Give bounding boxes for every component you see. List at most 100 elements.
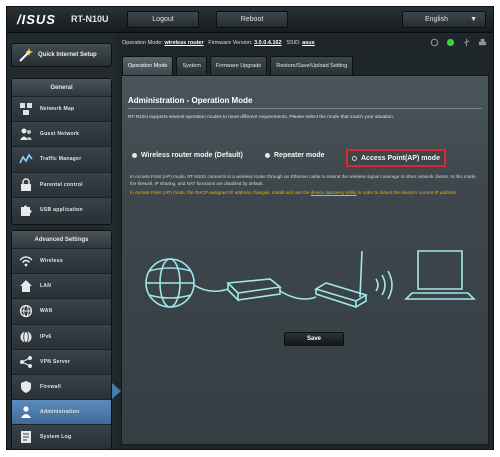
sidebar-item-label: System Log [40, 434, 72, 441]
general-heading: General [12, 79, 111, 96]
reboot-button[interactable]: Reboot [216, 11, 288, 28]
sidebar-item-label: Traffic Manager [40, 156, 82, 163]
sidebar-item-lan[interactable]: LAN [12, 273, 111, 299]
op-mode-label: Operation Mode: [122, 40, 163, 46]
guest-network-icon [20, 128, 32, 141]
sidebar: Quick Internet Setup General Network Map… [7, 34, 121, 449]
ssid-label: SSID: [286, 40, 301, 46]
ipv6-globe-icon [20, 330, 32, 343]
save-button[interactable]: Save [284, 332, 344, 346]
sidebar-item-firewall[interactable]: Firewall [12, 373, 111, 400]
sidebar-item-label: VPN Server [40, 358, 71, 365]
router-admin-window: /ISUS RT-N10U Logout Reboot English ▼ Qu… [6, 6, 494, 450]
home-icon [20, 280, 32, 293]
printer-status-icon[interactable] [478, 38, 487, 47]
warning-text-pre: In Access Point (AP) mode, the DHCP-assi… [130, 190, 311, 195]
page-title: Administration - Operation Mode [128, 96, 253, 105]
quick-internet-setup-button[interactable]: Quick Internet Setup [11, 43, 112, 67]
sidebar-item-wireless[interactable]: Wireless [12, 248, 111, 274]
active-item-indicator [112, 383, 121, 399]
tab-system[interactable]: System [176, 56, 207, 75]
globe-icon [19, 305, 33, 318]
general-nav-group: General Network Map Guest Network Traffi… [11, 78, 112, 225]
sidebar-item-guest-network[interactable]: Guest Network [12, 121, 111, 147]
sidebar-item-label: LAN [40, 283, 52, 290]
sidebar-item-label: Firewall [40, 384, 62, 391]
access-point-mode-radio[interactable]: Access Point(AP) mode [346, 149, 446, 167]
sidebar-item-label: Administration [40, 409, 80, 416]
language-select[interactable]: English ▼ [402, 11, 486, 28]
model-name: RT-N10U [71, 14, 109, 24]
mode-label: Access Point(AP) mode [361, 154, 440, 162]
wifi-signal-icon [375, 270, 393, 300]
sidebar-item-ipv6[interactable]: IPv6 [12, 323, 111, 349]
advanced-heading: Advanced Settings [12, 231, 111, 248]
top-bar: /ISUS RT-N10U Logout Reboot English ▼ [7, 7, 493, 33]
wireless-icon [19, 256, 33, 267]
language-value: English [425, 16, 448, 23]
sidebar-item-vpn-server[interactable]: VPN Server [12, 348, 111, 374]
access-point-diagram [145, 250, 476, 309]
asus-logo: /ISUS [17, 12, 56, 27]
page-description: RT-N10U supports several operation modes… [128, 115, 395, 120]
log-document-icon [21, 431, 31, 444]
mode-label: Wireless router mode (Default) [141, 152, 243, 159]
sidebar-item-label: WAN [40, 308, 53, 315]
device-discovery-link[interactable]: device discovery utility [311, 190, 357, 195]
ssid-link[interactable]: asus [302, 40, 315, 46]
advanced-nav-group: Advanced Settings Wireless LAN WAN IPv6 … [11, 230, 112, 449]
tab-firmware-upgrade[interactable]: Firmware Upgrade [209, 56, 268, 75]
wan-status-icon[interactable] [430, 38, 439, 47]
shield-icon [21, 381, 31, 394]
sidebar-item-label: Wireless [40, 258, 63, 265]
tab-operation-mode[interactable]: Operation Mode [122, 56, 174, 75]
op-mode-link[interactable]: wireless router [165, 40, 204, 46]
sidebar-item-traffic-manager[interactable]: Traffic Manager [12, 146, 111, 172]
administrator-icon [21, 406, 31, 419]
traffic-manager-icon [19, 153, 33, 164]
logout-button[interactable]: Logout [127, 11, 199, 28]
lock-icon [21, 177, 31, 191]
ethernet-cable-2 [279, 290, 317, 300]
mode-label: Repeater mode [274, 152, 325, 159]
sidebar-item-usb-application[interactable]: USB application [12, 196, 111, 222]
radio-bullet [265, 153, 270, 158]
modem-icon [226, 278, 282, 302]
radio-bullet [132, 153, 137, 158]
admin-tabs: Operation Mode System Firmware Upgrade R… [122, 56, 354, 75]
operation-mode-panel: Administration - Operation Mode RT-N10U … [121, 75, 489, 445]
warning-text-post: in order to detect the device's current … [356, 190, 458, 195]
connection-status-icon[interactable] [446, 38, 455, 47]
quick-setup-label: Quick Internet Setup [38, 52, 97, 58]
chevron-down-icon: ▼ [470, 16, 477, 23]
sidebar-item-label: USB application [40, 206, 83, 213]
sidebar-item-label: Parental control [40, 181, 83, 188]
sidebar-item-administration[interactable]: Administration [12, 399, 111, 425]
mode-info-text: In Access Point (AP) mode, RT-N10U conne… [130, 174, 477, 187]
sidebar-item-label: IPv6 [40, 333, 52, 340]
firmware-link[interactable]: 3.0.0.4.162 [254, 40, 282, 46]
internet-globe-icon [145, 258, 195, 308]
sidebar-item-wan[interactable]: WAN [12, 298, 111, 324]
magic-wand-icon [19, 48, 33, 62]
sidebar-item-network-map[interactable]: Network Map [12, 96, 111, 122]
mode-warning-text: In Access Point (AP) mode, the DHCP-assi… [130, 189, 482, 196]
router-icon [314, 250, 368, 309]
wireless-router-mode-radio[interactable]: Wireless router mode (Default) [132, 152, 243, 159]
ethernet-cable-1 [193, 284, 229, 293]
status-icons [430, 38, 487, 47]
title-divider [128, 108, 482, 109]
puzzle-icon [21, 205, 32, 216]
vpn-icon [20, 355, 32, 368]
sidebar-item-system-log[interactable]: System Log [12, 424, 111, 449]
tab-restore-save-upload[interactable]: Restore/Save/Upload Setting [270, 56, 354, 75]
laptop-icon [404, 250, 476, 300]
sidebar-item-parental-control[interactable]: Parental control [12, 171, 111, 197]
repeater-mode-radio[interactable]: Repeater mode [265, 152, 325, 159]
operation-mode-options: Wireless router mode (Default) Repeater … [132, 149, 482, 167]
network-map-icon [20, 103, 32, 116]
radio-bullet [352, 155, 357, 161]
sidebar-item-label: Network Map [40, 106, 75, 113]
usb-status-icon[interactable] [462, 38, 471, 47]
firmware-label: Firmware Version: [208, 40, 253, 46]
